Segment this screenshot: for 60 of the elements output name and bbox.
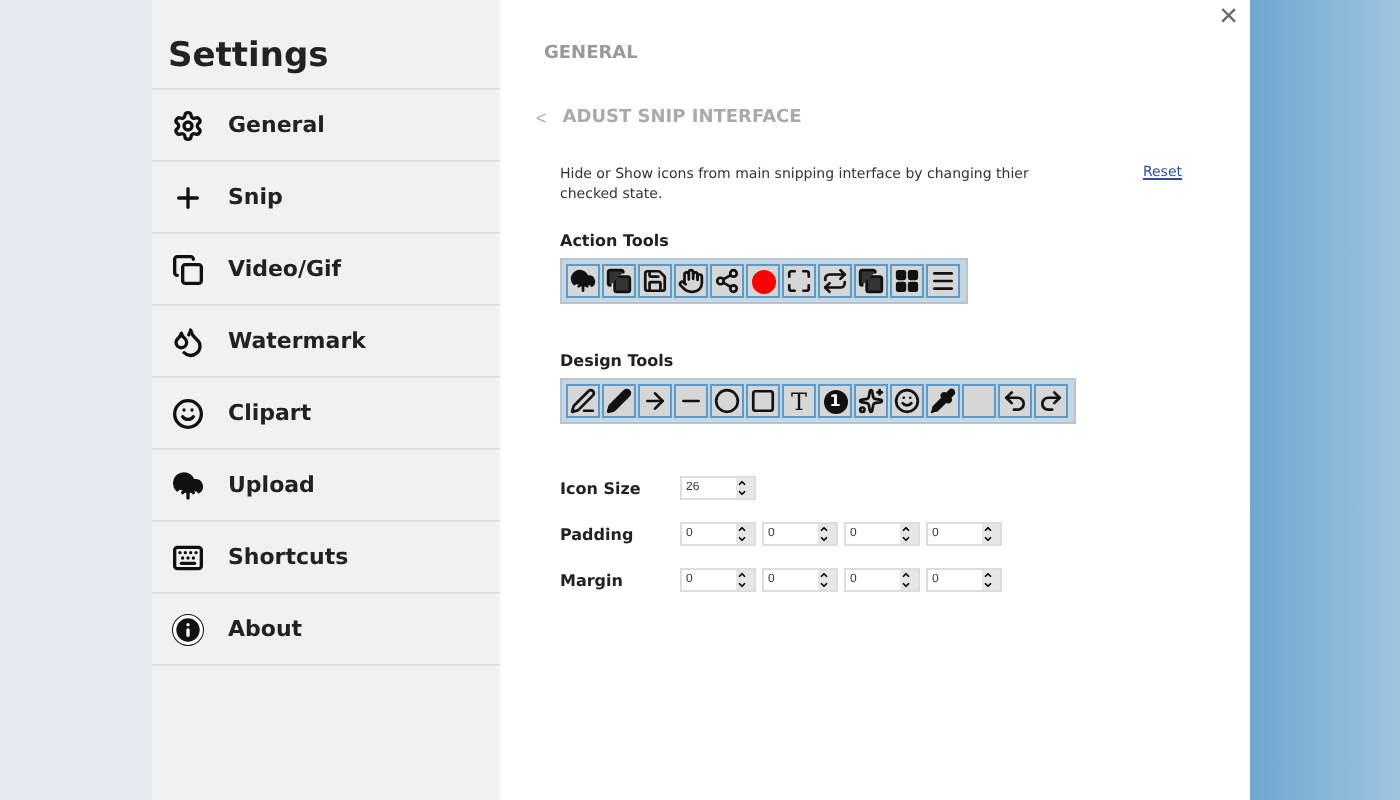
pencil-icon	[606, 388, 632, 414]
tool-button[interactable]	[638, 264, 672, 298]
tool-button[interactable]	[854, 264, 888, 298]
plus-icon	[172, 181, 204, 213]
share-icon	[714, 268, 740, 294]
layout-icon	[894, 268, 920, 294]
copy-icon	[172, 253, 204, 285]
tool-button[interactable]	[710, 384, 744, 418]
close-button[interactable]: ×	[1219, 0, 1238, 36]
tool-button[interactable]	[566, 264, 600, 298]
tool-button[interactable]	[890, 384, 924, 418]
repeat-icon	[822, 268, 848, 294]
redo-icon	[1038, 388, 1064, 414]
action-tools-heading: Action Tools	[560, 232, 671, 250]
tool-button[interactable]	[602, 264, 636, 298]
pen-icon	[570, 388, 596, 414]
gear-icon	[172, 109, 204, 141]
tool-button[interactable]	[1034, 384, 1068, 418]
tool-button[interactable]	[854, 384, 888, 418]
droplets-icon	[172, 325, 204, 357]
design-tools-heading: Design Tools	[560, 352, 676, 370]
info-icon	[172, 613, 204, 645]
tool-button[interactable]	[998, 384, 1032, 418]
tool-button[interactable]	[926, 264, 960, 298]
circle-icon	[714, 388, 740, 414]
tool-button[interactable]	[602, 384, 636, 418]
blur-icon	[858, 388, 884, 414]
arrow-right-icon	[642, 388, 668, 414]
save-icon	[642, 268, 668, 294]
cloud-upload-icon	[172, 469, 204, 501]
setting-label: Margin	[560, 571, 625, 589]
tool-button[interactable]	[566, 384, 600, 418]
smiley-icon	[172, 397, 204, 429]
record-icon	[751, 269, 775, 293]
hand-icon	[678, 268, 704, 294]
tool-button[interactable]	[674, 384, 708, 418]
keyboard-icon	[172, 541, 204, 573]
tool-button[interactable]	[818, 264, 852, 298]
expand-icon	[786, 268, 812, 294]
tool-button[interactable]	[710, 264, 744, 298]
tool-button[interactable]	[674, 264, 708, 298]
copy-icon	[606, 268, 632, 294]
setting-label: Icon Size	[560, 479, 643, 497]
text-tool[interactable]: T	[782, 384, 816, 418]
section-title: GENERAL	[544, 44, 640, 64]
setting-label: Padding	[560, 525, 636, 543]
page-title: ADUST SNIP INTERFACE	[562, 108, 802, 128]
tool-button[interactable]	[638, 384, 672, 418]
layers-icon	[858, 268, 884, 294]
menu-icon	[930, 268, 956, 294]
cloud-upload-icon	[570, 268, 596, 294]
undo-icon	[1002, 388, 1028, 414]
tool-button[interactable]	[926, 384, 960, 418]
smiley-icon	[894, 388, 920, 414]
tool-button[interactable]	[746, 384, 780, 418]
sidebar-item[interactable]: About	[152, 594, 500, 666]
tool-button[interactable]	[782, 264, 816, 298]
tool-button[interactable]	[890, 264, 924, 298]
pipette-icon	[930, 388, 956, 414]
rectangle-icon	[750, 388, 776, 414]
